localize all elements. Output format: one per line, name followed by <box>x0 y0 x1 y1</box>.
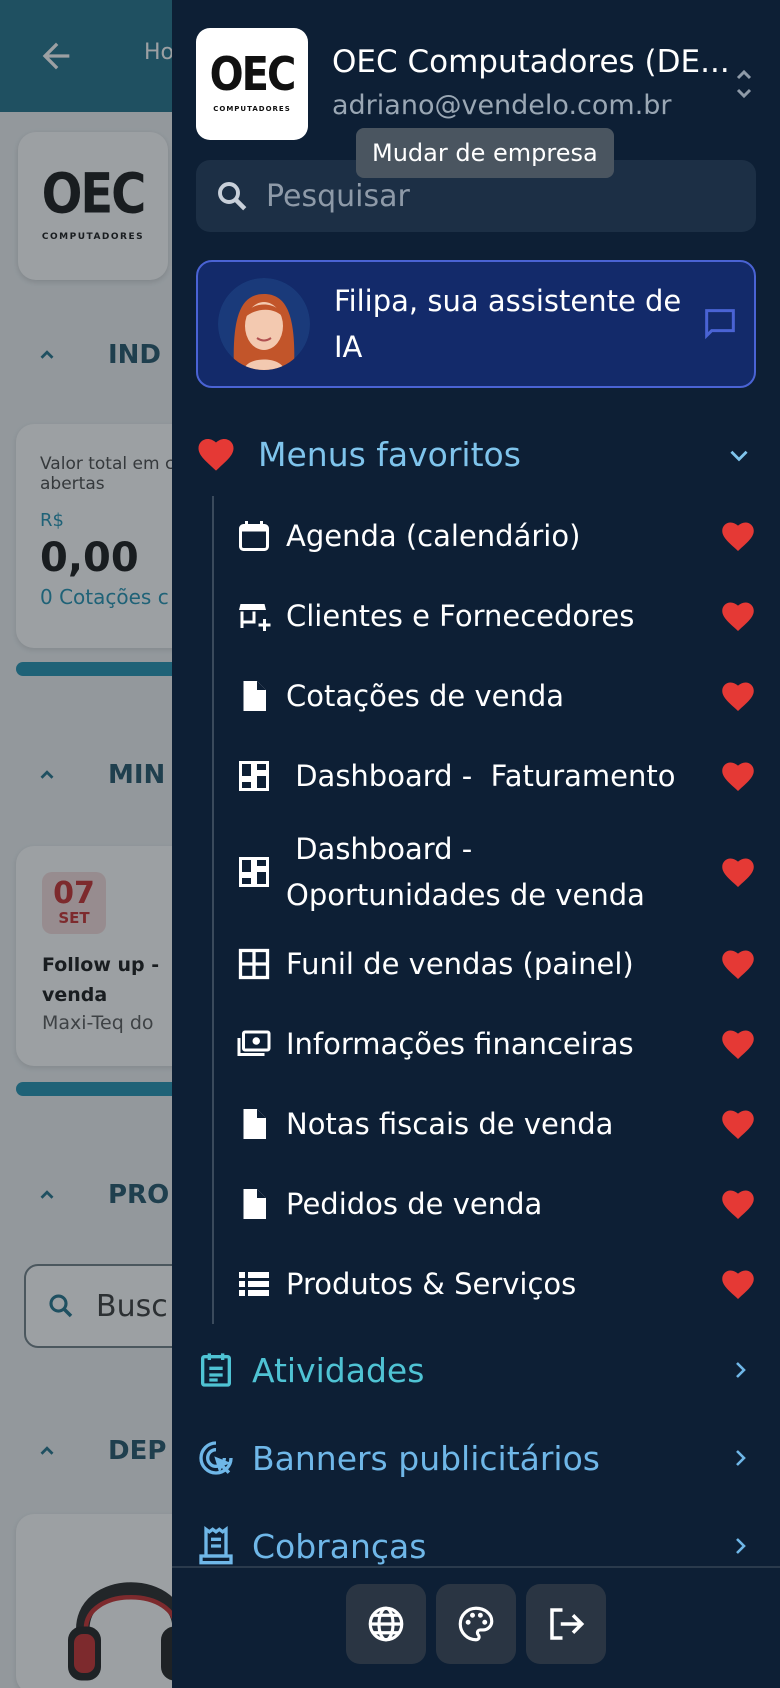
navigation-drawer: OEC COMPUTADORES OEC Computadores (DE...… <box>172 0 780 1688</box>
favorite-item-dashboard-oportunidades[interactable]: Dashboard - Oportunidades de venda <box>236 826 756 918</box>
heart-icon <box>198 439 234 471</box>
favorite-label: Informações financeiras <box>286 1027 634 1061</box>
receipt-icon <box>199 1526 233 1565</box>
money-icon <box>237 1030 271 1056</box>
logout-icon <box>550 1608 585 1640</box>
theme-button[interactable] <box>436 1584 516 1664</box>
favorite-item-dashboard-faturamento[interactable]: Dashboard - Faturamento <box>236 753 756 799</box>
favorite-item-agenda[interactable]: Agenda (calendário) <box>236 513 756 559</box>
heart-icon[interactable] <box>720 855 756 889</box>
chevron-right-icon <box>736 1450 746 1466</box>
unfold-more-icon[interactable] <box>732 64 756 104</box>
target-click-icon <box>199 1441 233 1475</box>
heart-icon[interactable] <box>720 1267 756 1301</box>
chevron-down-icon <box>730 450 748 462</box>
favorite-item-clientes[interactable]: Clientes e Fornecedores <box>236 593 756 639</box>
dashboard-icon <box>239 857 269 887</box>
menu-item-banners[interactable]: Banners publicitários <box>196 1430 756 1486</box>
dashboard-icon <box>239 761 269 791</box>
favorite-label: Pedidos de venda <box>286 1187 543 1221</box>
ai-assistant-label: Filipa, sua assistente de IA <box>334 284 682 364</box>
store-add-icon <box>239 604 271 631</box>
switch-company-tooltip: Mudar de empresa <box>356 128 614 178</box>
logout-button[interactable] <box>526 1584 606 1664</box>
chevron-right-icon <box>736 1538 746 1554</box>
heart-icon[interactable] <box>720 1107 756 1141</box>
favorite-item-notas-fiscais[interactable]: Notas fiscais de venda <box>236 1101 756 1147</box>
chat-icon[interactable] <box>700 304 740 344</box>
menu-label: Atividades <box>252 1350 425 1390</box>
favorite-item-produtos[interactable]: Produtos & Serviços <box>236 1261 756 1307</box>
heart-icon[interactable] <box>720 1187 756 1221</box>
assistant-avatar <box>218 278 310 370</box>
heart-icon[interactable] <box>720 679 756 713</box>
menu-item-atividades[interactable]: Atividades <box>196 1342 756 1398</box>
company-name[interactable]: OEC Computadores (DE... <box>332 44 752 80</box>
favorite-item-financeiro[interactable]: Informações financeiras <box>236 1021 756 1067</box>
favorite-label: Notas fiscais de venda <box>286 1107 614 1141</box>
calendar-icon <box>239 521 269 551</box>
heart-icon[interactable] <box>720 519 756 553</box>
favorite-label: Agenda (calendário) <box>286 519 581 553</box>
logo-subtext: COMPUTADORES <box>213 105 291 113</box>
user-email: adriano@vendelo.com.br <box>332 90 672 121</box>
company-logo[interactable]: OEC COMPUTADORES <box>196 28 308 140</box>
document-icon <box>243 1109 266 1139</box>
list-icon <box>239 1272 269 1296</box>
menu-label: Cobranças <box>252 1526 427 1566</box>
favorites-title: Menus favoritos <box>258 434 521 474</box>
heart-icon[interactable] <box>720 599 756 633</box>
activities-icon <box>201 1353 231 1387</box>
grid-icon <box>238 948 270 980</box>
heart-icon[interactable] <box>720 947 756 981</box>
favorites-tree-line <box>212 496 214 1324</box>
favorite-label: Dashboard - Faturamento <box>286 759 676 793</box>
heart-icon[interactable] <box>720 759 756 793</box>
search-icon <box>218 182 247 211</box>
favorite-item-cotacoes[interactable]: Cotações de venda <box>236 673 756 719</box>
palette-icon <box>458 1606 494 1642</box>
ai-assistant-card[interactable]: Filipa, sua assistente de IA <box>196 260 756 388</box>
drawer-footer <box>172 1566 780 1688</box>
favorite-label: Funil de vendas (painel) <box>286 947 634 981</box>
language-button[interactable] <box>346 1584 426 1664</box>
document-icon <box>243 681 266 711</box>
favorite-item-funil[interactable]: Funil de vendas (painel) <box>236 941 756 987</box>
favorite-label: Cotações de venda <box>286 679 565 713</box>
favorite-label: Dashboard - Oportunidades de venda <box>286 832 645 912</box>
logo-text: OEC <box>209 48 297 102</box>
favorite-label: Produtos & Serviços <box>286 1267 577 1301</box>
document-icon <box>243 1189 266 1219</box>
favorite-item-pedidos[interactable]: Pedidos de venda <box>236 1181 756 1227</box>
globe-icon <box>368 1606 404 1642</box>
favorites-header[interactable]: Menus favoritos <box>196 424 756 484</box>
favorite-label: Clientes e Fornecedores <box>286 599 635 633</box>
heart-icon[interactable] <box>720 1027 756 1061</box>
chevron-right-icon <box>736 1362 746 1378</box>
menu-label: Banners publicitários <box>252 1438 600 1478</box>
search-input[interactable] <box>266 178 746 214</box>
